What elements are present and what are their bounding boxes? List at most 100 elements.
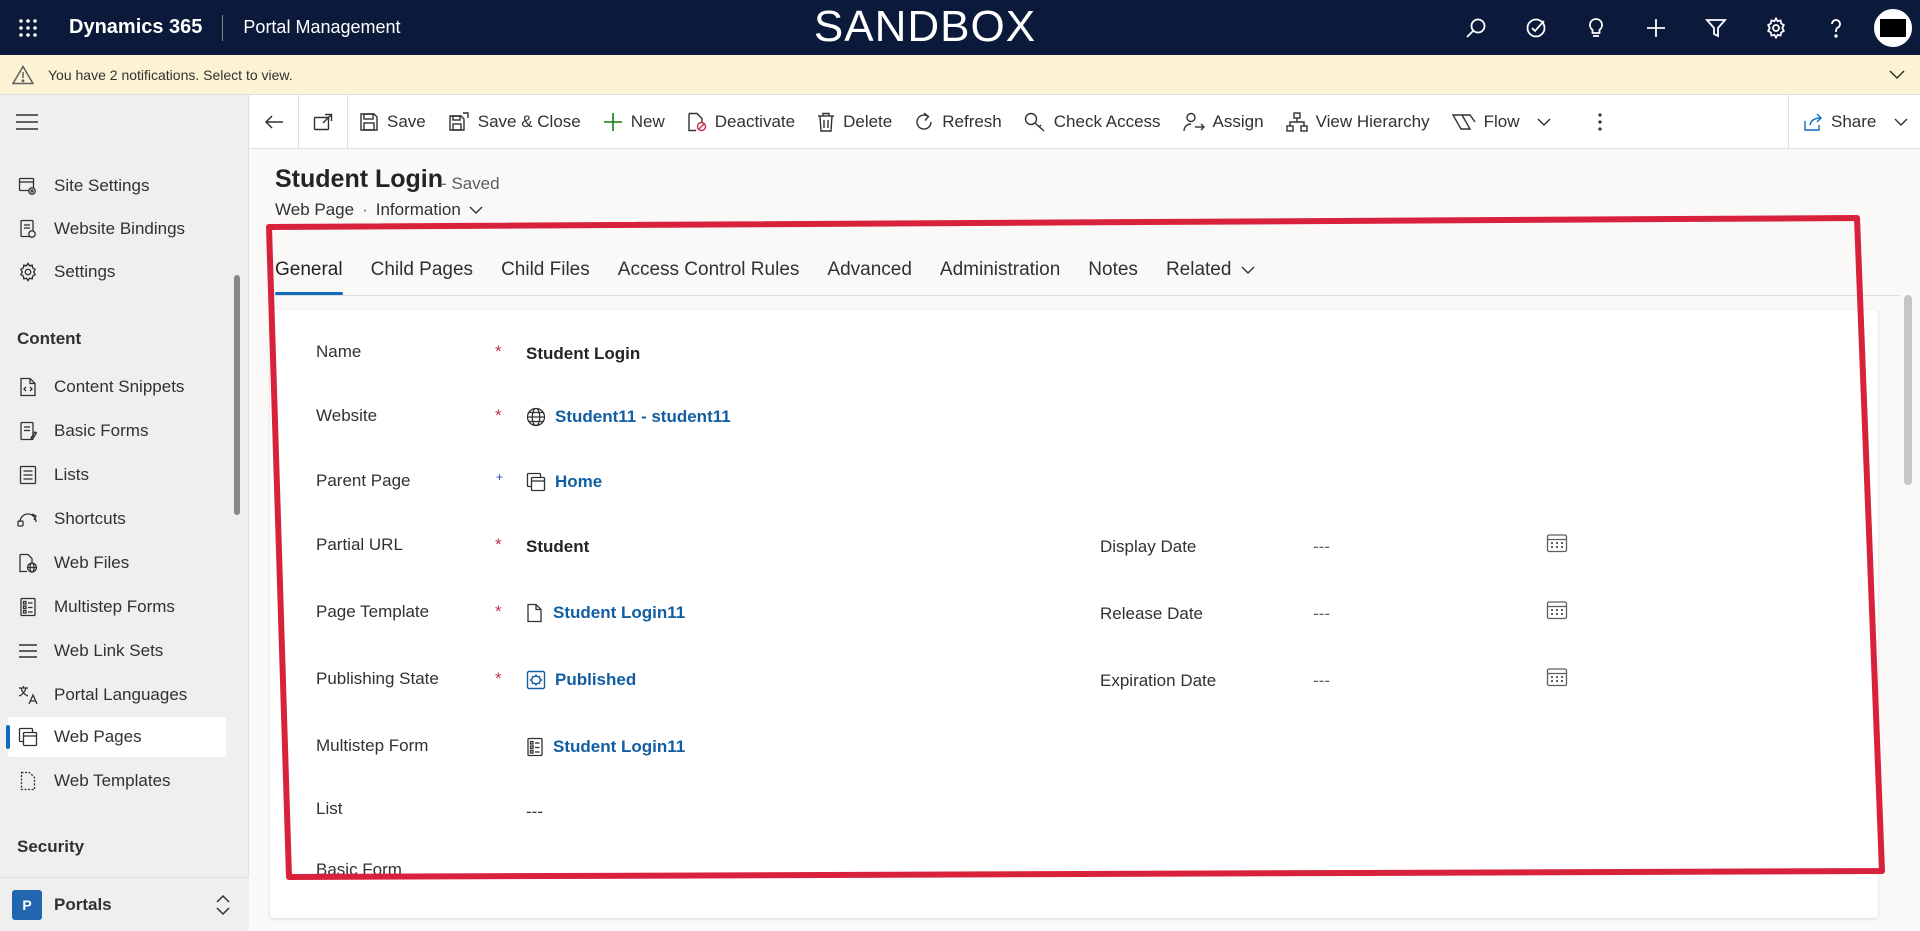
hamburger-menu-icon[interactable] [16,113,38,136]
sidebar-scrollbar[interactable] [234,275,240,515]
sidebar-item-portal-languages[interactable]: Portal Languages [8,675,226,715]
page-template-lookup[interactable]: Student Login11 [526,603,685,623]
sidebar-item-website-bindings[interactable]: Website Bindings [8,209,226,249]
flow-button[interactable]: Flow [1441,95,1571,149]
sidebar-item-label: Lists [54,465,89,484]
back-button[interactable] [250,95,298,149]
check-access-button[interactable]: Check Access [1013,95,1172,149]
list-lookup[interactable]: --- [526,802,543,822]
required-indicator: * [495,406,502,425]
display-date-label: Display Date [1100,537,1197,556]
sidebar-item-label: Portal Languages [54,685,188,704]
main-scrollbar[interactable] [1904,295,1912,485]
language-icon [16,685,40,705]
recommended-indicator: + [496,470,504,484]
plus-icon[interactable] [1626,0,1686,55]
save-button[interactable]: Save [348,95,437,149]
app-launcher-waffle-icon[interactable] [0,0,55,55]
sidebar: Site Settings Website Bindings Settings … [0,95,249,931]
tab-access-control-rules[interactable]: Access Control Rules [618,245,800,295]
name-field[interactable]: Student Login [526,344,640,364]
chevron-up-down-icon [215,894,231,921]
website-bindings-icon [16,219,40,239]
view-hierarchy-button[interactable]: View Hierarchy [1275,95,1441,149]
sidebar-item-content-snippets[interactable]: Content Snippets [8,367,226,407]
sidebar-item-web-templates[interactable]: Web Templates [8,761,226,801]
save-and-close-button[interactable]: Save & Close [437,95,592,149]
gear-icon[interactable] [1746,0,1806,55]
list-icon [16,465,40,485]
shortcut-icon [16,510,40,528]
sidebar-item-web-pages[interactable]: Web Pages [6,717,226,757]
new-label: New [630,111,665,131]
sidebar-item-web-files[interactable]: Web Files [8,543,226,583]
website-lookup[interactable]: Student11 - student11 [526,407,731,427]
tab-administration[interactable]: Administration [940,245,1060,295]
help-icon[interactable] [1806,0,1866,55]
sidebar-item-shortcuts[interactable]: Shortcuts [8,499,226,539]
sidebar-item-settings[interactable]: Settings [8,252,226,292]
partial-url-field[interactable]: Student [526,537,589,557]
multistep-form-icon [527,737,543,757]
search-icon[interactable] [1446,0,1506,55]
tab-general[interactable]: General [275,245,343,295]
new-button[interactable]: New [592,95,676,149]
area-switcher[interactable]: P Portals [0,877,249,931]
lightbulb-icon[interactable] [1566,0,1626,55]
share-button[interactable]: Share [1788,95,1920,149]
display-date-field[interactable]: --- [1313,537,1330,557]
tab-child-files[interactable]: Child Files [501,245,590,295]
avatar[interactable] [1874,8,1912,47]
refresh-button[interactable]: Refresh [903,95,1013,149]
tab-notes[interactable]: Notes [1088,245,1138,295]
name-label: Name [316,342,362,361]
notification-bar[interactable]: You have 2 notifications. Select to view… [0,55,1920,95]
release-date-field[interactable]: --- [1313,604,1330,624]
deactivate-icon [688,112,706,131]
sidebar-item-multistep-forms[interactable]: Multistep Forms [8,587,226,627]
task-check-icon[interactable] [1506,0,1566,55]
assign-button[interactable]: Assign [1172,95,1275,149]
required-indicator: * [495,342,502,361]
tab-advanced[interactable]: Advanced [827,245,912,295]
sidebar-item-basic-forms[interactable]: Basic Forms [8,411,226,451]
hierarchy-icon [1285,111,1308,132]
view-hierarchy-label: View Hierarchy [1315,111,1430,131]
publishing-state-label: Publishing State [316,669,439,688]
open-in-new-window-button[interactable] [299,95,347,149]
publishing-state-lookup[interactable]: Published [526,670,636,690]
web-page-icon [526,472,546,492]
delete-button[interactable]: Delete [806,95,903,149]
sidebar-item-site-settings[interactable]: Site Settings [8,166,226,206]
main-content: Student Login - Saved Web Page · Informa… [250,150,1920,931]
tab-related-label: Related [1165,259,1232,280]
parent-page-lookup-value: Home [555,472,603,491]
record-title: Student Login [275,165,444,193]
save-close-icon [449,111,469,131]
sidebar-item-label: Website Bindings [54,219,186,238]
required-indicator: * [495,602,502,621]
calendar-icon[interactable] [1546,667,1568,692]
tab-related[interactable]: Related [1166,245,1256,295]
sidebar-item-lists[interactable]: Lists [8,455,226,495]
chevron-down-icon[interactable] [1888,65,1906,86]
more-commands-icon[interactable] [1580,95,1620,149]
calendar-icon[interactable] [1546,600,1568,625]
sidebar-item-web-link-sets[interactable]: Web Link Sets [8,631,226,671]
filter-icon[interactable] [1686,0,1746,55]
module-name[interactable]: Portal Management [243,17,400,38]
app-name[interactable]: Dynamics 365 [69,16,202,39]
form-selector[interactable]: Information [376,200,483,220]
record-entity-line: Web Page · Information [275,200,483,220]
tab-child-pages[interactable]: Child Pages [371,245,473,295]
calendar-icon[interactable] [1546,533,1568,558]
expiration-date-field[interactable]: --- [1313,671,1330,691]
page-template-lookup-value: Student Login11 [553,603,686,622]
template-icon [527,603,542,623]
multistep-form-lookup[interactable]: Student Login11 [526,737,685,757]
parent-page-lookup[interactable]: Home [526,472,602,492]
nav-group-content: Content [17,329,82,348]
parent-page-label: Parent Page [316,471,411,490]
sidebar-item-label: Multistep Forms [54,597,175,616]
deactivate-button[interactable]: Deactivate [676,95,806,149]
